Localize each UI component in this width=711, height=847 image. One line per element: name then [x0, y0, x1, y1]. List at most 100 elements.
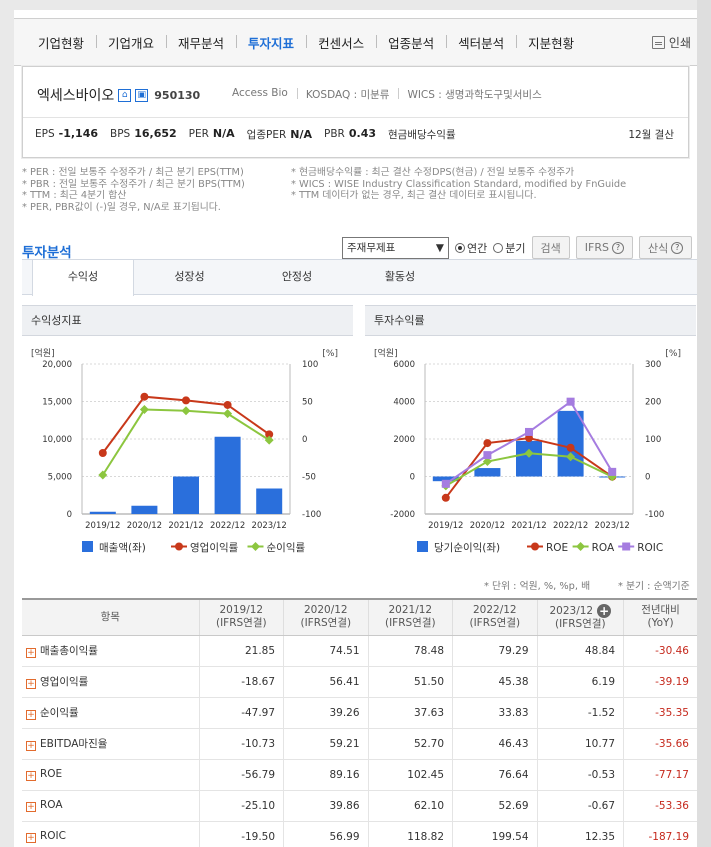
tab-stability[interactable]: 안정성	[245, 260, 349, 294]
row-label-cell[interactable]: + ROE	[22, 759, 200, 791]
table-cell: 33.83	[452, 697, 538, 729]
legend-swatch	[531, 542, 539, 551]
company-name-area: 엑세스바이오 ⌂ ▣ 950130	[37, 85, 200, 105]
point-ROIC	[483, 451, 492, 460]
nav-tab-2[interactable]: 재무분석	[166, 33, 236, 52]
return-chart-svg: [억원] [%]6000 3004000 2002000 1000 0-2000 -1002…	[374, 347, 681, 554]
col-header: 2020/12 (IFRS연결)	[283, 598, 369, 636]
company-code: 950130	[154, 88, 201, 102]
row-label-cell[interactable]: + ROA	[22, 790, 200, 822]
row-label-cell[interactable]: + 매출총이익률	[22, 635, 200, 667]
tab-growth[interactable]: 성장성	[134, 260, 245, 294]
radio-annual[interactable]: 연간	[455, 240, 487, 256]
point-ROE	[566, 443, 575, 452]
col-header-type: (IFRS연결)	[215, 617, 267, 630]
bar-2022/12	[557, 410, 584, 477]
col-header-type: (IFRS연결)	[469, 617, 521, 630]
table-cell: -18.67	[198, 666, 284, 698]
table-cell: 52.69	[452, 790, 538, 822]
table-row: + ROIC -19.50 56.99 118.82 199.54 12.35 -187.19	[22, 821, 697, 847]
radio-quarter[interactable]: 분기	[493, 240, 526, 256]
legend-swatch	[622, 542, 631, 551]
nav-tab-7[interactable]: 지분현황	[516, 33, 586, 52]
table-cell: -56.79	[198, 759, 284, 791]
nav-tab-6[interactable]: 섹터분석	[446, 33, 516, 52]
table-cell: 56.41	[283, 666, 369, 698]
search-button[interactable]: 검색	[531, 236, 570, 259]
table-cell: 74.51	[283, 635, 369, 667]
print-icon	[651, 36, 665, 49]
point-ROE	[483, 439, 492, 448]
expand-columns-icon[interactable]: +	[597, 603, 612, 618]
expand-icon[interactable]: +	[26, 802, 36, 812]
x-tick-label: 2019/12	[85, 521, 120, 531]
expand-icon[interactable]: +	[26, 833, 36, 843]
row-label-cell[interactable]: + ROIC	[22, 821, 200, 847]
table-row: + 매출총이익률 21.85 74.51 78.48 79.29 48.84 -30.46	[22, 635, 697, 667]
metric-item: EPS -1,146	[35, 127, 110, 142]
building-icon[interactable]: ▣	[135, 88, 149, 102]
formula-help-button[interactable]: 산식 ?	[638, 236, 693, 259]
table-cell: -10.73	[198, 728, 284, 760]
legend-item[interactable]: 매출액(좌)	[82, 541, 146, 554]
row-label: 매출총이익률	[40, 645, 98, 657]
notes-left: * PER : 전일 보통주 수정주가 / 최근 분기 EPS(TTM) * PB…	[22, 167, 245, 213]
nav-tab-5[interactable]: 업종분석	[376, 33, 446, 52]
radio-annual-label: 연간	[467, 241, 488, 255]
metric-label: 현금배당수익률	[388, 129, 456, 141]
row-label: ROA	[40, 799, 63, 811]
radio-quarter-dot	[493, 242, 504, 253]
legend-label: 순이익률	[267, 542, 306, 554]
expand-icon[interactable]: +	[26, 710, 36, 720]
tab-activity[interactable]: 활동성	[349, 260, 451, 294]
indicator-table: 항목 2019/12 (IFRS연결) 2020/12 (IFRS연결) 2021/12(…	[22, 598, 697, 847]
x-tick-label: 2022/12	[553, 521, 588, 531]
legend-item[interactable]: 당기순이익(좌)	[417, 541, 500, 554]
row-label-cell[interactable]: + EBITDA마진율	[22, 728, 200, 760]
metric-item: BPS 16,652	[110, 127, 189, 142]
row-label-cell[interactable]: + 영업이익률	[22, 666, 200, 698]
y-tick-label-right: 200	[645, 398, 661, 408]
point-ROIC	[441, 479, 450, 488]
tab-profitability[interactable]: 수익성	[32, 260, 134, 296]
x-tick-label: 2023/12	[595, 521, 630, 531]
y-tick-label-left: 6000	[393, 360, 415, 370]
chart-legend: 매출액(좌) 영업이익률 순이익률	[82, 541, 305, 554]
table-row: + 순이익률 -47.97 39.26 37.63 33.83 -1.52 -35.35	[22, 697, 697, 729]
legend-item[interactable]: ROE	[527, 542, 568, 554]
metric-value: N/A	[212, 127, 235, 140]
expand-icon[interactable]: +	[26, 771, 36, 781]
legend-item[interactable]: ROIC	[618, 542, 663, 554]
statement-select[interactable]: 주재무제표 ▼	[342, 236, 449, 259]
home-icon[interactable]: ⌂	[118, 88, 132, 102]
table-cell: 21.85	[198, 635, 284, 667]
col-header-type: (IFRS연결)	[554, 617, 606, 630]
legend-item[interactable]: ROA	[572, 542, 615, 554]
expand-icon[interactable]: +	[26, 648, 36, 658]
point-순이익률	[181, 406, 191, 416]
point-영업이익률	[182, 396, 190, 405]
y-tick-label-right: -100	[645, 510, 664, 520]
legend-item[interactable]: 순이익률	[247, 542, 306, 554]
x-tick-label: 2022/12	[210, 521, 245, 531]
expand-icon[interactable]: +	[26, 679, 36, 689]
analysis-subtabs: 수익성 성장성 안정성 활동성	[22, 259, 697, 296]
y-tick-label-left: 0	[67, 510, 72, 520]
legend-item[interactable]: 영업이익률	[171, 541, 239, 554]
nav-tab-0[interactable]: 기업현황	[26, 33, 96, 52]
print-button[interactable]: 인쇄	[651, 34, 691, 51]
bar-2020/12	[474, 468, 501, 477]
nav-tab-4[interactable]: 컨센서스	[306, 33, 376, 52]
legend-label: ROIC	[637, 542, 663, 554]
table-cell: 45.38	[452, 666, 538, 698]
chart-title: 수익성지표	[22, 305, 353, 336]
chart-legend: 당기순이익(좌) ROE ROA ROIC	[417, 541, 663, 554]
row-label-cell[interactable]: + 순이익률	[22, 697, 200, 729]
nav-tab-3[interactable]: 투자지표	[236, 33, 306, 52]
expand-icon[interactable]: +	[26, 741, 36, 751]
table-row: + EBITDA마진율 -10.73 59.21 52.70 46.43 10.77 -35.…	[22, 728, 697, 760]
ifrs-help-button[interactable]: IFRS ?	[575, 236, 633, 259]
nav-tab-1[interactable]: 기업개요	[96, 33, 166, 52]
table-cell: 79.29	[452, 635, 538, 667]
y-axis-label-left: [억원]	[31, 347, 55, 359]
